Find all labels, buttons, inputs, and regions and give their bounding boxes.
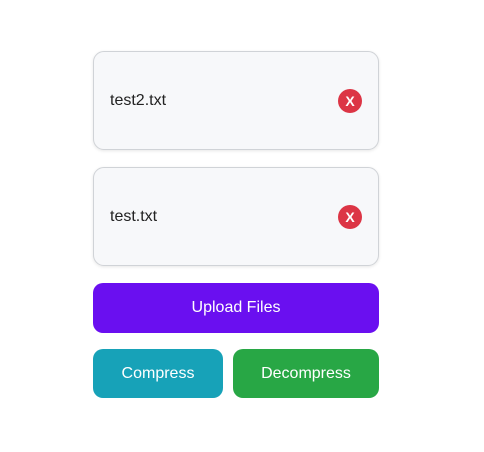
action-row: Compress Decompress: [93, 349, 379, 398]
compress-button[interactable]: Compress: [93, 349, 223, 398]
remove-file-button[interactable]: X: [338, 88, 362, 113]
file-upload-panel: test2.txt X test.txt X Upload Files Comp…: [93, 51, 379, 398]
file-card: test.txt X: [93, 167, 379, 266]
file-card: test2.txt X: [93, 51, 379, 150]
upload-files-button[interactable]: Upload Files: [93, 283, 379, 333]
decompress-button[interactable]: Decompress: [233, 349, 379, 398]
file-name: test.txt: [110, 207, 158, 225]
remove-file-button[interactable]: X: [338, 204, 362, 229]
file-name: test2.txt: [110, 91, 167, 109]
